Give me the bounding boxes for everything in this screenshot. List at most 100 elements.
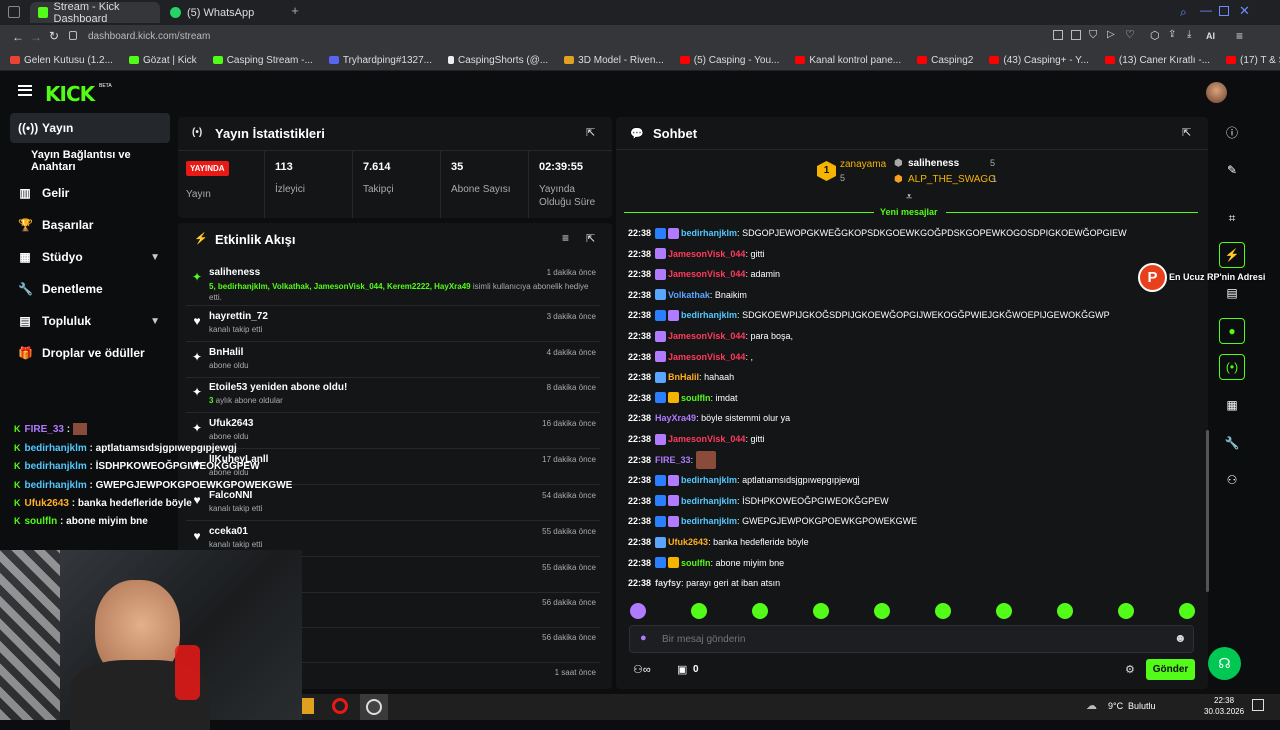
- tab-list-icon[interactable]: [8, 6, 20, 18]
- bookmark-item[interactable]: (43) Casping+ - Y...: [989, 55, 1089, 66]
- gift-box-icon[interactable]: ▣: [677, 663, 687, 676]
- file-explorer-icon[interactable]: [302, 698, 314, 714]
- bookmark-item[interactable]: 3D Model - Riven...: [564, 55, 664, 66]
- message-username[interactable]: JamesonVisk_044: [668, 331, 745, 341]
- sidebar-item-studyo[interactable]: ▦ Stüdyo ▼: [10, 242, 170, 272]
- notification-icon[interactable]: [1252, 699, 1264, 711]
- document-icon[interactable]: ▤: [1219, 280, 1245, 306]
- shield-icon[interactable]: ⛉: [1089, 29, 1097, 42]
- download-icon[interactable]: ⤓: [1187, 29, 1191, 40]
- sidebar-item-denetleme[interactable]: 🔧 Denetleme: [10, 274, 170, 304]
- emoji-icon[interactable]: ☻: [1174, 631, 1187, 645]
- message-username[interactable]: FIRE_33: [655, 455, 691, 465]
- back-icon[interactable]: ←: [12, 30, 24, 44]
- chat-icon[interactable]: ●: [1219, 318, 1245, 344]
- emote-icon[interactable]: [1179, 603, 1195, 619]
- play-icon[interactable]: ▷: [1107, 29, 1115, 40]
- message-username[interactable]: soulfln: [681, 393, 711, 403]
- opera-icon[interactable]: [332, 698, 348, 714]
- bookmark-item[interactable]: CaspingShorts (@...: [447, 55, 548, 66]
- lightning-icon[interactable]: ⚡: [1219, 242, 1245, 268]
- close-icon[interactable]: ✕: [1239, 3, 1250, 19]
- sidebar-item-droplar[interactable]: 🎁 Droplar ve ödüller: [10, 338, 170, 368]
- points-icon[interactable]: ⚇∞: [633, 663, 651, 676]
- wrench-icon[interactable]: 🔧: [1219, 430, 1245, 456]
- sidebar-item-basarilar[interactable]: 🏆 Başarılar: [10, 210, 170, 240]
- forward-icon[interactable]: →: [30, 30, 42, 44]
- sidebar-item-gelir[interactable]: ▥ Gelir: [10, 178, 170, 208]
- message-username[interactable]: BnHalil: [668, 372, 699, 382]
- message-username[interactable]: bedirhanjklm: [681, 516, 737, 526]
- sidebar-item-stream-key[interactable]: Yayın Bağlantısı ve Anahtarı: [10, 146, 170, 176]
- message-username[interactable]: JamesonVisk_044: [668, 434, 745, 444]
- screenshot-icon[interactable]: [1053, 30, 1063, 40]
- popout-icon[interactable]: ⇱: [586, 126, 595, 139]
- hamburger-menu-icon[interactable]: [18, 85, 32, 96]
- microphone-icon[interactable]: ●: [640, 632, 647, 644]
- avatar[interactable]: [1206, 82, 1227, 103]
- menu-icon[interactable]: ≡: [1236, 29, 1243, 43]
- message-username[interactable]: Ufuk2643: [668, 537, 708, 547]
- bookmark-item[interactable]: (17) T & Sugah - In...: [1226, 55, 1280, 66]
- bookmark-item[interactable]: Gelen Kutusu (1.2...: [10, 55, 113, 66]
- edit-icon[interactable]: ✎: [1219, 157, 1245, 183]
- heart-icon[interactable]: ♡: [1125, 28, 1135, 41]
- sidebar-item-yayin[interactable]: ((•)) Yayın: [10, 113, 170, 143]
- emote-icon[interactable]: [691, 603, 707, 619]
- maximize-icon[interactable]: [1219, 6, 1229, 16]
- url-text[interactable]: dashboard.kick.com/stream: [88, 31, 210, 42]
- dashboard-icon[interactable]: ▦: [1219, 392, 1245, 418]
- minimize-icon[interactable]: —: [1200, 3, 1212, 17]
- coins-icon[interactable]: ⚇: [1219, 467, 1245, 493]
- bookmark-item[interactable]: Kanal kontrol pane...: [795, 55, 901, 66]
- capture-icon[interactable]: ⌗: [1219, 205, 1245, 231]
- chat-scrollbar[interactable]: [1206, 430, 1209, 592]
- tab-kick-dashboard[interactable]: Stream - Kick Dashboard: [30, 1, 160, 25]
- broadcast-icon[interactable]: (•): [1219, 354, 1245, 380]
- bookmark-item[interactable]: Tryhardping#1327...: [328, 55, 432, 66]
- kick-logo[interactable]: KICK: [45, 82, 95, 106]
- emote-icon[interactable]: [1118, 603, 1134, 619]
- message-username[interactable]: JamesonVisk_044: [668, 249, 745, 259]
- support-headset-icon[interactable]: ☊: [1208, 647, 1241, 680]
- bookmark-item[interactable]: Casping Stream -...: [212, 55, 313, 66]
- message-username[interactable]: fayfsy: [655, 578, 681, 588]
- reload-icon[interactable]: ↻: [49, 29, 59, 43]
- filter-icon[interactable]: ≡: [562, 231, 569, 245]
- message-username[interactable]: bedirhanjklm: [681, 228, 737, 238]
- emote-icon[interactable]: [874, 603, 890, 619]
- message-username[interactable]: bedirhanjklm: [681, 496, 737, 506]
- bookmark-item[interactable]: (13) Caner Kıratlı -...: [1104, 55, 1210, 66]
- search-icon[interactable]: ⌕: [1180, 5, 1187, 20]
- message-username[interactable]: HayXra49: [655, 413, 696, 423]
- capture-icon[interactable]: [1071, 30, 1081, 40]
- bookmark-item[interactable]: Casping2: [917, 55, 973, 66]
- settings-gear-icon[interactable]: ⚙: [1125, 663, 1135, 676]
- message-username[interactable]: Volkathak: [668, 290, 710, 300]
- extensions-icon[interactable]: ⬡: [1150, 29, 1160, 42]
- emote-icon[interactable]: [996, 603, 1012, 619]
- emote-icon[interactable]: [752, 603, 768, 619]
- info-icon[interactable]: ⓘ: [1219, 119, 1245, 145]
- share-icon[interactable]: ⇪: [1168, 29, 1176, 40]
- emote-icon[interactable]: [1057, 603, 1073, 619]
- message-username[interactable]: bedirhanjklm: [681, 310, 737, 320]
- message-username[interactable]: soulfln: [681, 558, 711, 568]
- popout-icon[interactable]: ⇱: [586, 232, 595, 245]
- message-username[interactable]: bedirhanjklm: [681, 475, 737, 485]
- message-username[interactable]: JamesonVisk_044: [668, 352, 745, 362]
- emote-icon[interactable]: [813, 603, 829, 619]
- sidebar-item-topluluk[interactable]: ▤ Topluluk ▼: [10, 306, 170, 336]
- popout-icon[interactable]: ⇱: [1182, 126, 1191, 139]
- emote-icon[interactable]: [935, 603, 951, 619]
- bookmark-item[interactable]: (5) Casping - You...: [679, 55, 779, 66]
- expand-icon[interactable]: ⩡: [906, 191, 912, 204]
- message-username[interactable]: JamesonVisk_044: [668, 269, 745, 279]
- chat-message-input[interactable]: [662, 630, 1162, 648]
- emote-icon[interactable]: [630, 603, 646, 619]
- new-tab-button[interactable]: +: [288, 4, 302, 18]
- send-button[interactable]: Gönder: [1146, 659, 1195, 680]
- ai-button[interactable]: AI: [1206, 31, 1215, 41]
- bookmark-item[interactable]: Gözat | Kick: [128, 55, 197, 66]
- tab-whatsapp[interactable]: (5) WhatsApp: [162, 2, 282, 23]
